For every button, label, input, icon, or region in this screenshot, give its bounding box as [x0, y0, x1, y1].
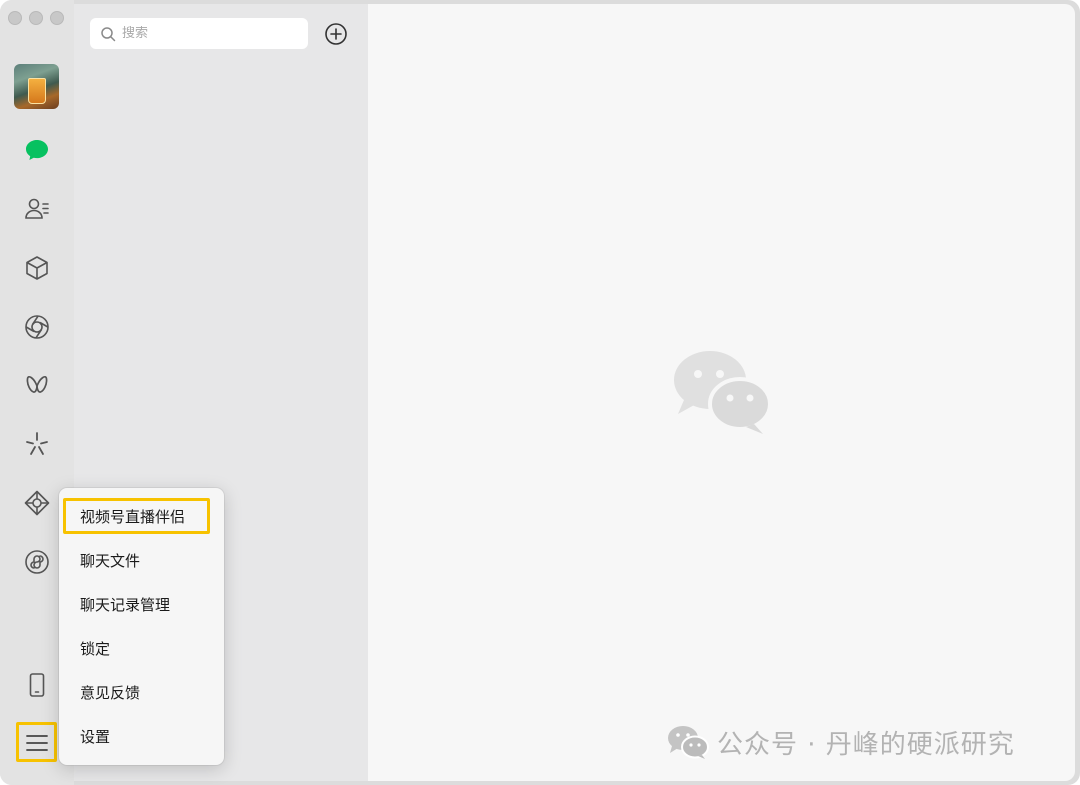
app-window: 公众号 · 丹峰的硬派研究 视频号直播伴侣 聊天文件 聊天记录管理 锁定 意见反…	[0, 0, 1080, 785]
more-popup-menu: 视频号直播伴侣 聊天文件 聊天记录管理 锁定 意见反馈 设置	[59, 488, 224, 765]
channels-butterfly-icon	[26, 376, 48, 393]
watermark-text: 公众号 · 丹峰的硬派研究	[717, 729, 1015, 760]
nav-discover[interactable]	[22, 429, 52, 459]
menu-item-feedback[interactable]: 意见反馈	[59, 672, 224, 712]
plus-circle-icon[interactable]	[324, 22, 348, 46]
nav-mini-programs[interactable]	[22, 547, 52, 577]
search-box[interactable]	[90, 18, 308, 49]
menu-item-chat-files[interactable]: 聊天文件	[59, 540, 224, 580]
wechat-logo-icon	[668, 726, 709, 759]
contacts-icon	[25, 198, 49, 219]
mini-program-icon	[25, 550, 49, 574]
watermark: 公众号 · 丹峰的硬派研究	[667, 720, 1015, 764]
menu-item-chat-history[interactable]: 聊天记录管理	[59, 584, 224, 624]
nav-favorites[interactable]	[22, 253, 52, 283]
nav-chats[interactable]	[22, 135, 52, 165]
menu-item-label: 意见反馈	[80, 683, 141, 702]
nav-search[interactable]	[22, 488, 52, 518]
avatar[interactable]	[14, 64, 59, 109]
wechat-logo-icon	[674, 351, 772, 434]
search-icon	[101, 26, 116, 41]
nav-phone[interactable]	[22, 670, 52, 700]
menu-item-label: 聊天记录管理	[80, 595, 171, 614]
phone-icon	[29, 673, 45, 697]
menu-item-settings[interactable]: 设置	[59, 716, 224, 756]
nav-moments[interactable]	[22, 312, 52, 342]
cube-icon	[26, 256, 48, 280]
menu-item-lock[interactable]: 锁定	[59, 628, 224, 668]
menu-item-label: 设置	[80, 727, 111, 746]
menu-item-label: 锁定	[80, 639, 111, 658]
menu-item-highlight	[63, 498, 210, 534]
chat-bubble-icon	[26, 140, 48, 160]
menu-item-label: 聊天文件	[80, 551, 141, 570]
window-close-button[interactable]	[8, 11, 22, 25]
window-zoom-button[interactable]	[50, 11, 64, 25]
moments-aperture-icon	[25, 315, 49, 339]
more-button-highlight	[16, 722, 57, 762]
nav-contacts[interactable]	[22, 194, 52, 224]
window-minimize-button[interactable]	[29, 11, 43, 25]
nav-channels[interactable]	[22, 370, 52, 400]
search-input[interactable]	[122, 26, 302, 41]
search-diamond-icon	[24, 490, 50, 516]
sparkle-icon	[26, 432, 48, 455]
